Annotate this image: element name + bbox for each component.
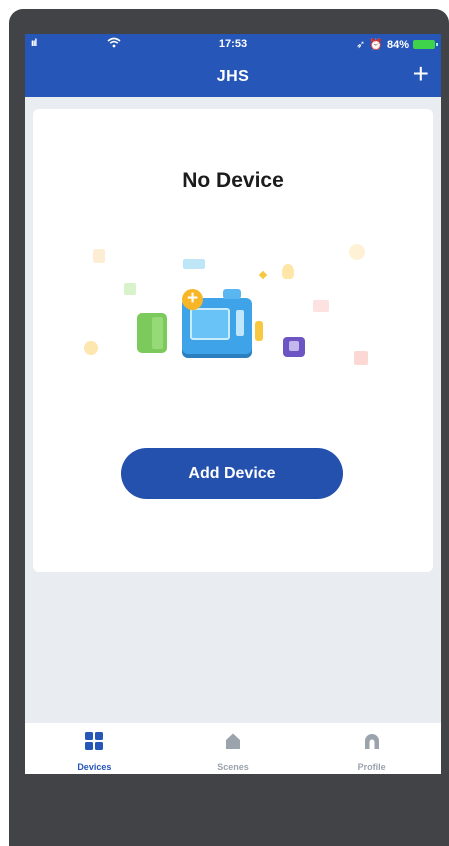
sparkle-icon xyxy=(258,270,268,280)
bg-dot-icon xyxy=(349,244,365,260)
bg-red-square-icon xyxy=(354,351,368,365)
plus-badge-icon: + xyxy=(182,289,203,310)
grid-icon xyxy=(85,732,104,750)
fridge-icon xyxy=(137,313,167,353)
cooker-hood-icon xyxy=(283,337,305,357)
bg-orange-dot-icon xyxy=(84,341,98,355)
tab-profile[interactable]: Profile xyxy=(302,723,441,774)
add-device-button[interactable]: Add Device xyxy=(121,448,343,499)
tab-devices[interactable]: Devices xyxy=(25,723,164,774)
home-icon xyxy=(224,732,242,750)
tab-devices-label: Devices xyxy=(77,762,112,772)
battery-icon xyxy=(413,40,438,49)
empty-state-card: No Device + Add Device xyxy=(33,109,433,572)
tab-scenes[interactable]: Scenes xyxy=(164,723,303,774)
knob-icon xyxy=(255,321,263,341)
tab-bar: Devices Scenes Profile xyxy=(25,723,441,774)
status-bar: ııl 17:53 ➶ ⏰ 84% xyxy=(25,37,441,52)
bg-square-icon xyxy=(93,249,105,263)
alarm-icon: ⏰ xyxy=(369,39,383,51)
plus-icon[interactable]: + xyxy=(413,60,429,88)
empty-state-title: No Device xyxy=(182,169,284,192)
status-right: ➶ ⏰ 84% xyxy=(356,38,438,51)
bg-bar-icon xyxy=(183,259,205,269)
microwave-tab-icon xyxy=(223,289,241,299)
page-title: JHS xyxy=(216,68,250,85)
tab-profile-label: Profile xyxy=(357,762,386,772)
tab-scenes-label: Scenes xyxy=(217,762,249,772)
profile-icon xyxy=(363,732,381,750)
battery-percent: 84% xyxy=(386,38,409,51)
bg-green-icon xyxy=(124,283,136,295)
app-screen: ııl 17:53 ➶ ⏰ 84% JHS + No Device + Add … xyxy=(25,34,441,774)
devices-illustration: + xyxy=(73,234,393,394)
location-icon: ➶ xyxy=(356,39,366,51)
app-header: ııl 17:53 ➶ ⏰ 84% JHS + xyxy=(25,34,441,97)
bg-pink-icon xyxy=(313,300,329,312)
bg-bulb-icon xyxy=(282,264,294,279)
